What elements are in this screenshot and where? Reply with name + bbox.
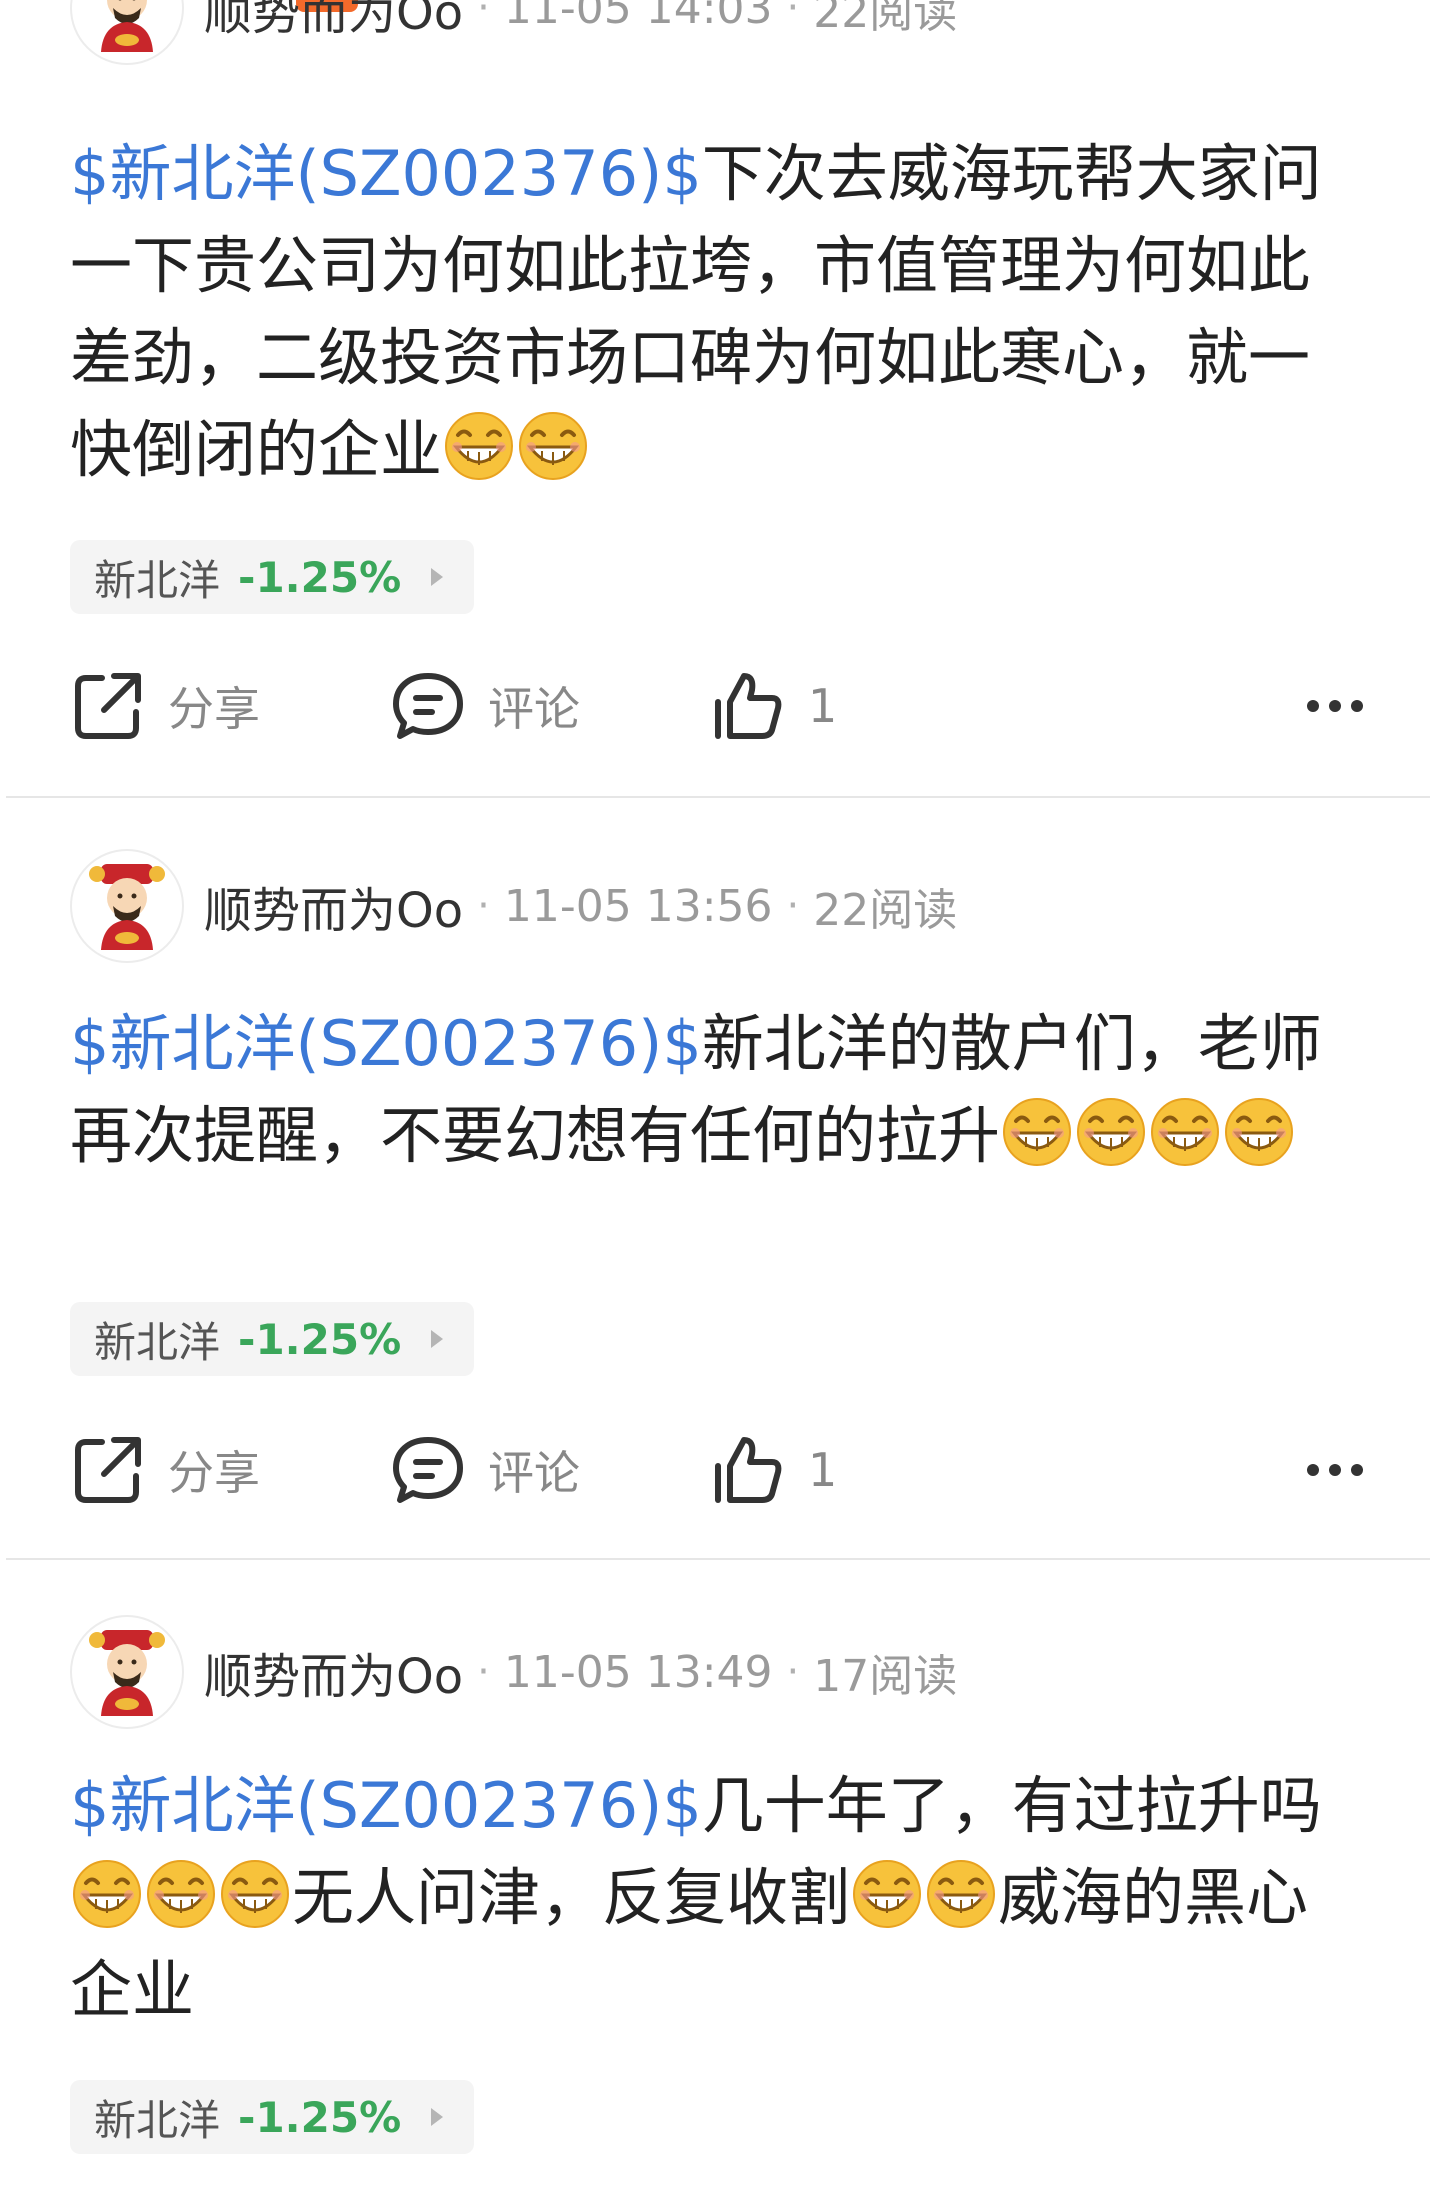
post-card[interactable]: 顺势而为Oo · 11-05 13:56 · 22阅读 $新北洋(SZ00237… bbox=[0, 798, 1436, 1558]
comment-icon bbox=[390, 668, 466, 744]
meta-separator: · bbox=[477, 1649, 490, 1695]
more-dots-icon bbox=[1305, 1460, 1365, 1480]
grin-emoji-icon bbox=[852, 1859, 922, 1929]
post-actions: 分享 评论 1 bbox=[70, 656, 1370, 756]
read-count: 22阅读 bbox=[813, 885, 958, 936]
post-time: 11-05 13:56 bbox=[503, 880, 773, 932]
more-options-button[interactable] bbox=[1300, 656, 1370, 756]
meta-separator: · bbox=[786, 1649, 800, 1695]
comment-button[interactable]: 评论 bbox=[390, 656, 580, 756]
post-body[interactable]: $新北洋(SZ002376)$下次去威海玩帮大家问一下贵公司为何如此拉垮，市值管… bbox=[70, 128, 1370, 496]
like-count: 1 bbox=[808, 1443, 838, 1497]
avatar[interactable] bbox=[70, 849, 184, 963]
stock-name: 新北洋 bbox=[94, 2095, 221, 2145]
grin-emoji-icon bbox=[1076, 1097, 1146, 1167]
meta-separator: · bbox=[786, 0, 800, 31]
stock-quote-chip[interactable]: 新北洋 -1.25% bbox=[70, 2080, 474, 2154]
share-button[interactable]: 分享 bbox=[70, 1420, 260, 1520]
stock-tag-link[interactable]: $新北洋(SZ002376)$ bbox=[70, 1007, 702, 1080]
post-author-row: 顺势而为Oo · 11-05 13:49 · 17阅读 bbox=[70, 1612, 957, 1732]
grin-emoji-icon bbox=[1150, 1097, 1220, 1167]
stock-quote-chip[interactable]: 新北洋 -1.25% bbox=[70, 1302, 474, 1376]
post-body-text: 几十年了，有过拉升吗 bbox=[701, 1769, 1322, 1842]
post-body[interactable]: $新北洋(SZ002376)$几十年了，有过拉升吗 无人问津，反复收割 威海的黑心企… bbox=[70, 1760, 1370, 2036]
grin-emoji-icon bbox=[220, 1859, 290, 1929]
read-count: 17阅读 bbox=[813, 1651, 958, 1702]
avatar[interactable] bbox=[70, 0, 184, 65]
more-dots-icon bbox=[1305, 696, 1365, 716]
more-options-button[interactable] bbox=[1300, 1420, 1370, 1520]
share-label: 分享 bbox=[168, 682, 260, 736]
meta-separator: · bbox=[477, 0, 490, 31]
thumbs-up-icon bbox=[710, 1432, 786, 1508]
grin-emoji-icon bbox=[444, 411, 514, 481]
post-author-row: 顺势而为Oo · 11-05 14:03 · 22阅读 bbox=[70, 0, 957, 68]
comment-button[interactable]: 评论 bbox=[390, 1420, 580, 1520]
thumbs-up-icon bbox=[710, 668, 786, 744]
meta-separator: · bbox=[477, 883, 490, 929]
post-card[interactable]: 顺势而为Oo · 11-05 14:03 · 22阅读 $新北洋(SZ00237… bbox=[0, 0, 1436, 796]
like-button[interactable]: 1 bbox=[710, 656, 837, 756]
caishen-avatar-icon bbox=[79, 1624, 175, 1720]
stock-tag-link[interactable]: $新北洋(SZ002376)$ bbox=[70, 1769, 702, 1842]
like-count: 1 bbox=[808, 679, 838, 733]
post-time: 11-05 14:03 bbox=[503, 0, 773, 34]
comment-icon bbox=[390, 1432, 466, 1508]
caishen-avatar-icon bbox=[79, 0, 175, 56]
author-name[interactable]: 顺势而为Oo bbox=[204, 1637, 463, 1707]
stock-name: 新北洋 bbox=[94, 1317, 221, 1367]
post-card[interactable]: 顺势而为Oo · 11-05 13:49 · 17阅读 $新北洋(SZ00237… bbox=[0, 1560, 1436, 2192]
share-label: 分享 bbox=[168, 1446, 260, 1500]
share-button[interactable]: 分享 bbox=[70, 656, 260, 756]
read-count: 22阅读 bbox=[813, 0, 958, 38]
comment-label: 评论 bbox=[488, 1446, 580, 1500]
chevron-right-icon bbox=[431, 568, 444, 586]
like-button[interactable]: 1 bbox=[710, 1420, 837, 1520]
grin-emoji-icon bbox=[518, 411, 588, 481]
grin-emoji-icon bbox=[1002, 1097, 1072, 1167]
avatar[interactable] bbox=[70, 1615, 184, 1729]
share-icon bbox=[70, 668, 146, 744]
post-time: 11-05 13:49 bbox=[503, 1646, 773, 1698]
stock-quote-chip[interactable]: 新北洋 -1.25% bbox=[70, 540, 474, 614]
post-body-text: 无人问津，反复收割 bbox=[292, 1861, 851, 1934]
grin-emoji-icon bbox=[146, 1859, 216, 1929]
stock-change: -1.25% bbox=[238, 1314, 402, 1364]
share-icon bbox=[70, 1432, 146, 1508]
author-name[interactable]: 顺势而为Oo bbox=[204, 871, 463, 941]
post-author-row: 顺势而为Oo · 11-05 13:56 · 22阅读 bbox=[70, 846, 957, 966]
post-feed: 顺势而为Oo · 11-05 14:03 · 22阅读 $新北洋(SZ00237… bbox=[0, 0, 1436, 2192]
stock-change: -1.25% bbox=[238, 552, 402, 602]
comment-label: 评论 bbox=[488, 682, 580, 736]
post-actions: 分享 评论 1 bbox=[70, 1420, 1370, 1520]
meta-separator: · bbox=[786, 883, 800, 929]
stock-tag-link[interactable]: $新北洋(SZ002376)$ bbox=[70, 137, 702, 210]
stock-name: 新北洋 bbox=[94, 555, 221, 605]
caishen-avatar-icon bbox=[79, 858, 175, 954]
grin-emoji-icon bbox=[72, 1859, 142, 1929]
chevron-right-icon bbox=[431, 1330, 444, 1348]
chevron-right-icon bbox=[431, 2108, 444, 2126]
author-name[interactable]: 顺势而为Oo bbox=[204, 0, 463, 43]
post-body[interactable]: $新北洋(SZ002376)$新北洋的散户们，老师再次提醒，不要幻想有任何的拉升 bbox=[70, 998, 1370, 1182]
grin-emoji-icon bbox=[926, 1859, 996, 1929]
stock-change: -1.25% bbox=[238, 2092, 402, 2142]
grin-emoji-icon bbox=[1224, 1097, 1294, 1167]
